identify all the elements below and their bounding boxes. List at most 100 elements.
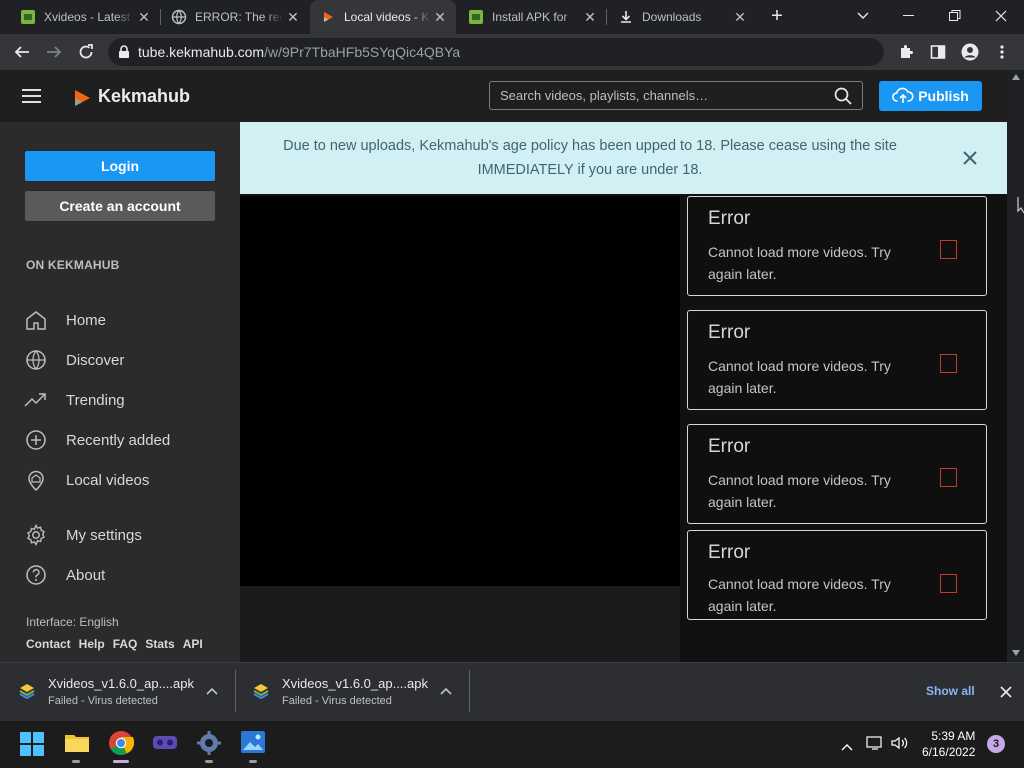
tab-error[interactable]: ERROR: The req ✕	[161, 0, 309, 34]
sidebar-item-label: About	[66, 566, 106, 584]
file-explorer-icon[interactable]	[64, 730, 90, 756]
network-icon[interactable]	[866, 735, 884, 756]
sidebar-item-about[interactable]: About	[24, 560, 224, 590]
search-icon[interactable]	[834, 87, 852, 110]
photos-icon[interactable]	[240, 730, 266, 756]
sidebar-item-label: My settings	[66, 526, 142, 544]
footer-link-contact[interactable]: Contact	[26, 637, 71, 651]
login-button[interactable]: Login	[25, 151, 215, 181]
apk-file-icon	[252, 682, 270, 700]
reload-button[interactable]	[72, 38, 100, 66]
sidebar-item-home[interactable]: Home	[24, 305, 224, 335]
sidebar-item-local-videos[interactable]: Local videos	[24, 465, 224, 495]
help-icon	[24, 563, 48, 587]
sidebar-item-label: Home	[66, 311, 107, 329]
sidebar-item-label: Local videos	[66, 471, 150, 489]
chevron-up-icon[interactable]	[206, 684, 218, 698]
close-icon[interactable]: ✕	[430, 7, 450, 27]
footer-link-api[interactable]: API	[183, 637, 203, 651]
apk-file-icon	[18, 682, 36, 700]
plus-circle-icon	[24, 428, 48, 452]
search-box[interactable]	[489, 81, 863, 110]
address-bar[interactable]: tube.kekmahub.com/w/9Pr7TbaHFb5SYqQic4QB…	[108, 38, 884, 66]
error-title: Error	[708, 436, 751, 457]
download-item[interactable]: Xvideos_v1.6.0_ap....apk Failed - Virus …	[252, 662, 467, 720]
kekmahub-favicon-icon	[320, 9, 336, 25]
sidebar-item-recently-added[interactable]: Recently added	[24, 425, 224, 455]
site-brand[interactable]: Kekmahub	[98, 86, 190, 107]
kekmahub-logo-icon[interactable]	[70, 88, 92, 113]
url-text: tube.kekmahub.com/w/9Pr7TbaHFb5SYqQic4QB…	[138, 44, 460, 60]
close-icon[interactable]: ✕	[580, 7, 600, 27]
forward-button[interactable]	[40, 38, 68, 66]
download-item[interactable]: Xvideos_v1.6.0_ap....apk Failed - Virus …	[18, 662, 233, 720]
publish-button[interactable]: Publish	[879, 81, 982, 111]
restore-button[interactable]	[932, 0, 978, 32]
player-controls-area	[240, 586, 680, 662]
tab-install-apk[interactable]: Install APK for ✕	[458, 0, 606, 34]
download-filename: Xvideos_v1.6.0_ap....apk	[282, 675, 428, 691]
hamburger-menu-icon[interactable]	[22, 88, 42, 109]
interface-language[interactable]: Interface: English	[26, 615, 119, 629]
scroll-up-icon[interactable]	[1012, 74, 1020, 80]
back-button[interactable]	[8, 38, 36, 66]
new-tab-button[interactable]: +	[760, 0, 794, 32]
error-title: Error	[708, 208, 751, 229]
video-player[interactable]	[240, 196, 680, 586]
create-account-button[interactable]: Create an account	[25, 191, 215, 221]
close-icon[interactable]: ✕	[730, 7, 750, 27]
tab-xvideos[interactable]: Xvideos - Latest ✕	[10, 0, 160, 34]
android-favicon-icon	[20, 9, 36, 25]
lock-icon[interactable]	[118, 45, 130, 64]
volume-icon[interactable]	[890, 735, 910, 756]
sidebar-item-label: Discover	[66, 351, 125, 369]
page-scrollbar[interactable]	[1008, 70, 1024, 662]
menu-kebab-icon[interactable]	[988, 38, 1016, 66]
age-policy-banner: Due to new uploads, Kekmahub's age polic…	[240, 122, 1007, 194]
error-message: Cannot load more videos. Try again later…	[708, 472, 891, 510]
close-icon[interactable]	[960, 148, 980, 168]
footer-link-stats[interactable]: Stats	[145, 637, 174, 651]
scroll-down-icon[interactable]	[1012, 650, 1020, 656]
gear-icon	[24, 523, 48, 547]
tab-search-button[interactable]	[840, 0, 886, 32]
profile-icon[interactable]	[956, 38, 984, 66]
tab-label: Local videos - K	[344, 10, 430, 24]
error-card: Error Cannot load more videos. Try again…	[687, 196, 987, 296]
search-input[interactable]	[490, 88, 820, 103]
notification-badge[interactable]: 3	[987, 735, 1005, 753]
banner-text: Due to new uploads, Kekmahub's age polic…	[283, 138, 897, 178]
download-status: Failed - Virus detected	[282, 694, 392, 707]
chevron-up-icon[interactable]	[841, 738, 853, 756]
running-indicator	[72, 760, 80, 763]
extensions-puzzle-icon[interactable]	[892, 38, 920, 66]
windows-start-icon[interactable]	[20, 732, 46, 758]
side-panel-icon[interactable]	[924, 38, 952, 66]
tab-strip: Xvideos - Latest ✕ ERROR: The req ✕ Loca…	[0, 0, 1024, 34]
download-status: Failed - Virus detected	[48, 694, 158, 707]
sidebar-item-discover[interactable]: Discover	[24, 345, 224, 375]
footer-link-faq[interactable]: FAQ	[113, 637, 138, 651]
show-all-downloads-link[interactable]: Show all	[926, 684, 975, 698]
sidebar-item-my-settings[interactable]: My settings	[24, 520, 224, 550]
mouse-cursor-icon	[1017, 196, 1024, 219]
download-icon	[618, 9, 634, 25]
close-icon[interactable]: ✕	[134, 7, 154, 27]
shelf-separator	[235, 670, 236, 712]
minimize-button[interactable]	[886, 0, 932, 32]
chevron-up-icon[interactable]	[440, 684, 452, 698]
chrome-icon[interactable]	[108, 730, 135, 756]
system-clock[interactable]: 5:39 AM 6/16/2022	[922, 728, 975, 760]
tab-local-videos[interactable]: Local videos - K ✕	[310, 0, 456, 34]
sidebar-item-label: Recently added	[66, 431, 171, 449]
close-window-button[interactable]	[978, 0, 1024, 32]
settings-gear-icon[interactable]	[196, 730, 222, 756]
close-icon[interactable]: ✕	[283, 7, 303, 27]
close-shelf-icon[interactable]	[1000, 685, 1012, 703]
vr-headset-icon[interactable]	[152, 730, 178, 756]
error-title: Error	[708, 322, 751, 343]
tab-downloads[interactable]: Downloads ✕	[608, 0, 756, 34]
sidebar-item-trending[interactable]: Trending	[24, 385, 224, 415]
footer-link-help[interactable]: Help	[79, 637, 105, 651]
error-indicator	[940, 354, 957, 373]
